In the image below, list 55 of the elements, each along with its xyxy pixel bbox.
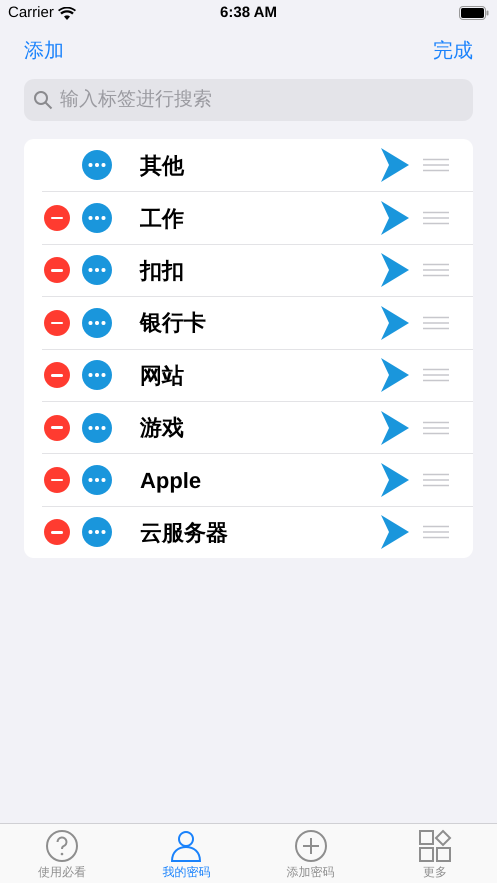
- more-icon[interactable]: [82, 465, 112, 496]
- grid-icon: [418, 829, 452, 863]
- person-icon: [169, 829, 204, 863]
- more-icon[interactable]: [82, 412, 112, 443]
- wifi-icon: [58, 6, 76, 20]
- battery-icon: [459, 6, 489, 20]
- arrow-icon[interactable]: [381, 201, 409, 236]
- arrow-icon[interactable]: [381, 253, 409, 288]
- tag-label: 其他: [140, 152, 186, 180]
- arrow-icon[interactable]: [381, 358, 409, 392]
- tab[interactable]: 更多: [372, 824, 497, 883]
- tag-label: 网站: [140, 362, 185, 390]
- tag-label: 游戏: [140, 414, 185, 442]
- tab[interactable]: 添加密码: [248, 824, 373, 883]
- clock-time: 6:38 AM: [220, 2, 277, 23]
- tag-label: 扣扣: [140, 256, 185, 285]
- add-icon: [294, 829, 328, 863]
- delete-button[interactable]: [44, 414, 70, 441]
- tag-label: 银行卡: [140, 309, 207, 338]
- more-icon[interactable]: [82, 517, 112, 548]
- carrier-name: Carrier: [8, 2, 54, 23]
- drag-handle-icon[interactable]: [423, 525, 449, 540]
- more-icon[interactable]: [82, 150, 112, 180]
- question-icon: [45, 829, 80, 863]
- delete-button[interactable]: [44, 257, 70, 284]
- search-field[interactable]: 输入标签进行搜索: [24, 79, 473, 121]
- add-button[interactable]: 添加: [24, 36, 64, 66]
- delete-button[interactable]: [44, 205, 70, 232]
- arrow-icon[interactable]: [381, 148, 409, 182]
- more-icon[interactable]: [82, 203, 112, 234]
- more-icon[interactable]: [82, 308, 112, 338]
- drag-handle-icon[interactable]: [423, 368, 449, 382]
- arrow-icon[interactable]: [381, 515, 409, 550]
- more-icon[interactable]: [82, 360, 112, 390]
- search-icon: [33, 90, 53, 110]
- more-icon[interactable]: [82, 255, 112, 286]
- arrow-icon[interactable]: [381, 410, 409, 445]
- tag-label: 云服务器: [140, 518, 229, 547]
- drag-handle-icon[interactable]: [423, 473, 449, 488]
- drag-handle-icon[interactable]: [423, 158, 449, 172]
- arrow-icon[interactable]: [381, 463, 409, 498]
- tab[interactable]: 我的密码: [124, 824, 248, 883]
- drag-handle-icon[interactable]: [423, 316, 449, 330]
- delete-button[interactable]: [44, 362, 70, 388]
- delete-button[interactable]: [44, 467, 70, 494]
- delete-button[interactable]: [44, 519, 70, 546]
- arrow-icon[interactable]: [381, 306, 409, 340]
- tag-label: 工作: [140, 204, 185, 233]
- tag-label: Apple: [140, 466, 202, 495]
- drag-handle-icon[interactable]: [423, 263, 449, 278]
- drag-handle-icon[interactable]: [423, 211, 449, 226]
- done-button[interactable]: 完成: [433, 36, 473, 66]
- tab[interactable]: 使用必看: [0, 824, 124, 883]
- delete-button[interactable]: [44, 310, 70, 336]
- drag-handle-icon[interactable]: [423, 420, 449, 435]
